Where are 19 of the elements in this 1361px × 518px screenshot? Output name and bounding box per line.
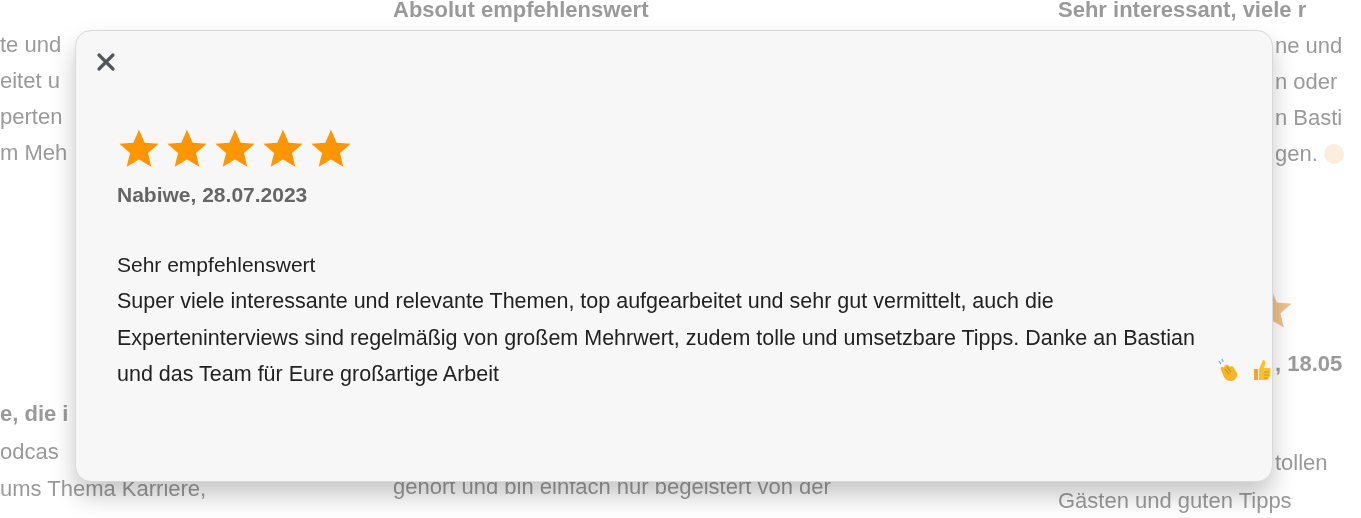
review-text: Super viele interessante und relevante Themen, top aufgearbeitet und sehr gut vermittelt, auch die Experteninterviews sind regelmäßig von großem Mehrwert, zudem tolle und umsetzbare Tipps. Danke an Bastian und das Team für Eure großartige Arbeit	[117, 288, 1196, 388]
review-text: Gästen und guten Tipps	[1058, 487, 1292, 513]
review-title: Sehr empfehlenswert	[117, 252, 316, 278]
author-date: Nabiwe, 28.07.2023	[117, 182, 308, 208]
author-date: , 18.05	[1275, 351, 1343, 376]
review-title: Sehr interessant, viele r	[1058, 0, 1307, 22]
review-title: e, die i	[0, 401, 69, 426]
review-title: Absolut empfehlenswert	[393, 0, 649, 22]
review-text: tollen	[1275, 450, 1328, 475]
review-text: te und	[0, 32, 62, 57]
review-text: gen.	[1275, 141, 1318, 166]
review-text: ums Thema Karriere,	[0, 476, 207, 501]
review-text: m Meh	[0, 140, 68, 165]
review-text: eitet u	[0, 68, 60, 93]
review-text: perten	[0, 104, 63, 129]
review-text: odcas	[0, 438, 59, 464]
review-text: ne und	[1275, 33, 1343, 58]
review-text: n oder	[1275, 69, 1338, 94]
review-text: n Basti	[1275, 105, 1343, 130]
